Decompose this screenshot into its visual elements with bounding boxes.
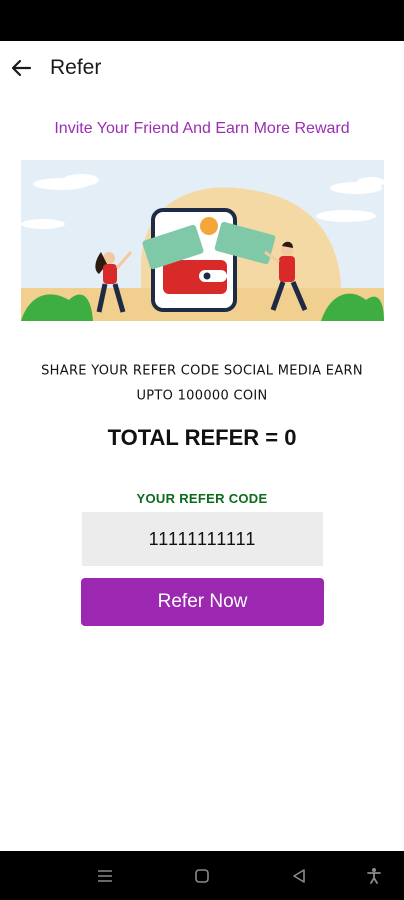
total-refer-count: TOTAL REFER = 0 <box>107 425 297 450</box>
menu-icon[interactable] <box>96 867 114 885</box>
accessibility-icon[interactable] <box>365 867 383 885</box>
refer-illustration <box>21 160 384 321</box>
refer-code-box[interactable]: 11111111111 <box>82 512 323 566</box>
page-title: Refer <box>50 56 102 79</box>
back-icon[interactable] <box>290 867 308 885</box>
refer-code-value: 11111111111 <box>148 528 257 549</box>
refer-code-label: YOUR REFER CODE <box>136 491 268 506</box>
home-icon[interactable] <box>193 867 211 885</box>
back-arrow-icon[interactable] <box>8 55 34 81</box>
status-bar <box>0 0 404 41</box>
app-bar: Refer <box>0 41 404 95</box>
share-description: SHARE YOUR REFER CODE SOCIAL MEDIA EARN … <box>41 363 363 404</box>
system-nav-bar <box>0 851 404 900</box>
refer-now-button[interactable]: Refer Now <box>81 578 324 626</box>
refer-now-label: Refer Now <box>157 591 248 612</box>
invite-text: Invite Your Friend And Earn More Reward <box>54 120 350 137</box>
